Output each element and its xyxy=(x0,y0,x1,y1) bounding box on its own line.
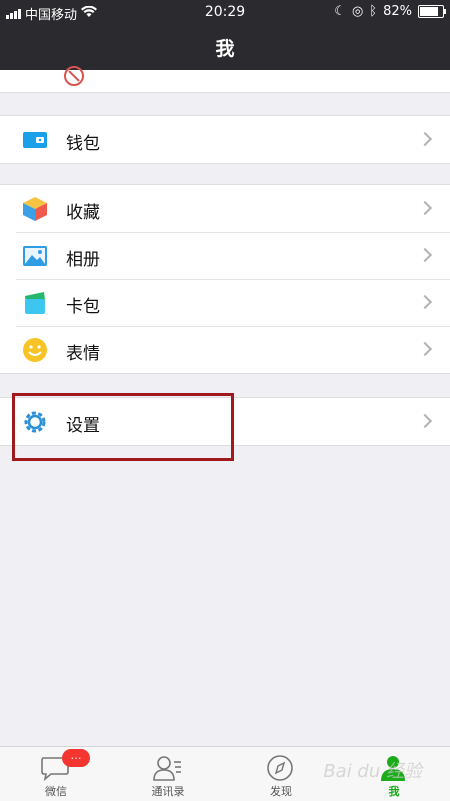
menu-item-wallet[interactable]: 钱包 xyxy=(0,116,450,163)
menu-item-favorites[interactable]: 收藏 xyxy=(0,185,450,232)
menu-item-label: 卡包 xyxy=(66,297,100,317)
tab-label: 发现 xyxy=(270,785,292,798)
card-package-icon xyxy=(22,290,48,316)
tab-label: 我 xyxy=(388,785,400,798)
status-right: ☾ ◎ ᛒ 82% xyxy=(334,4,446,19)
status-bar: 中国移动 20:29 ☾ ◎ ᛒ 82% xyxy=(0,0,450,24)
menu-item-album[interactable]: 相册 xyxy=(0,232,450,279)
chevron-right-icon xyxy=(417,413,433,429)
annotation-highlight-box xyxy=(12,393,234,461)
watermark: Bai du 经验 xyxy=(323,761,422,782)
bluetooth-icon: ᛒ xyxy=(369,4,378,19)
rotation-lock-icon: ◎ xyxy=(351,4,364,19)
wallet-group: 钱包 xyxy=(0,115,450,164)
page-title: 我 xyxy=(215,38,235,60)
menu-item-label: 相册 xyxy=(66,250,100,270)
collections-group: 收藏 相册 卡包 表情 xyxy=(0,184,450,374)
menu-item-label: 表情 xyxy=(66,344,100,364)
menu-item-label: 钱包 xyxy=(66,134,100,154)
no-disturb-icon xyxy=(64,66,84,86)
chevron-right-icon xyxy=(417,247,433,263)
chevron-right-icon xyxy=(417,131,433,147)
tab-label: 微信 xyxy=(45,785,67,798)
menu-item-stickers[interactable]: 表情 xyxy=(0,326,450,373)
menu-item-cards[interactable]: 卡包 xyxy=(0,279,450,326)
battery-percent: 82% xyxy=(383,4,412,19)
unread-badge: … xyxy=(62,749,90,767)
chevron-right-icon xyxy=(417,294,433,310)
profile-header[interactable] xyxy=(0,66,450,93)
moon-icon: ☾ xyxy=(334,4,346,19)
tab-discover[interactable]: 发现 xyxy=(225,747,337,801)
smiley-icon xyxy=(22,337,48,363)
tab-label: 通讯录 xyxy=(151,785,185,798)
chevron-right-icon xyxy=(417,341,433,357)
compass-icon xyxy=(265,754,295,782)
album-icon xyxy=(22,243,48,269)
tab-chats[interactable]: … 微信 xyxy=(0,747,112,801)
navigation-bar: 我 xyxy=(0,24,450,70)
menu-item-label: 收藏 xyxy=(66,203,100,223)
contacts-icon xyxy=(152,754,182,782)
battery-icon xyxy=(418,5,446,18)
tab-contacts[interactable]: 通讯录 xyxy=(112,747,224,801)
favorites-cube-icon xyxy=(22,196,48,222)
tab-bar: … 微信 通讯录 发现 我 Bai du 经验 xyxy=(0,746,450,801)
chevron-right-icon xyxy=(417,200,433,216)
wallet-icon xyxy=(22,127,48,153)
battery-fill xyxy=(420,7,439,16)
